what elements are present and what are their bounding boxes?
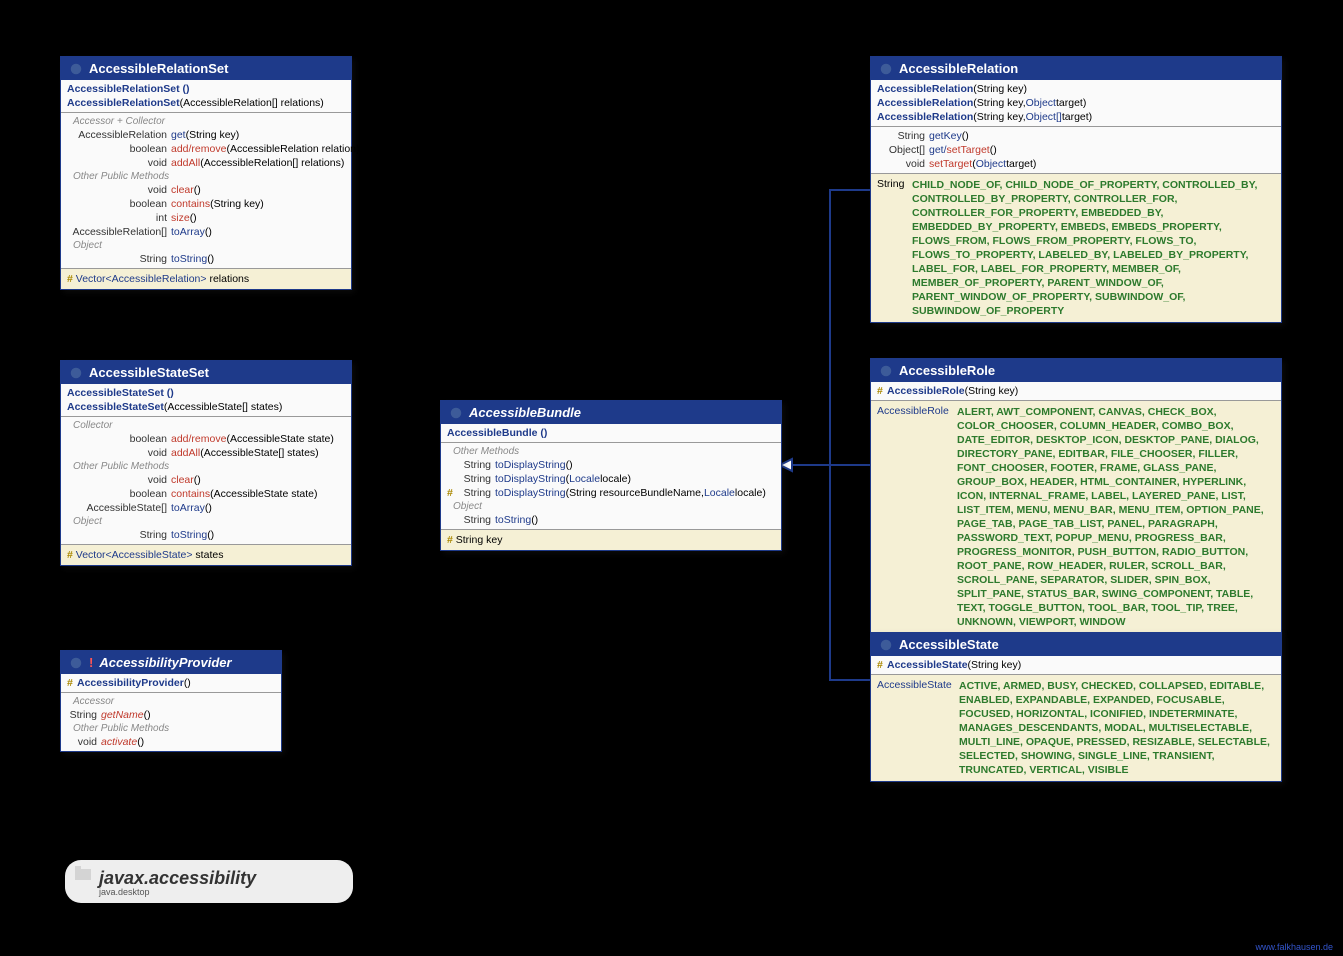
class-accessible-relation-set: AccessibleRelationSet AccessibleRelation… [60, 56, 352, 290]
class-accessible-role: AccessibleRole #AccessibleRole (String k… [870, 358, 1282, 634]
class-accessibility-provider: ! AccessibilityProvider #AccessibilityPr… [60, 650, 282, 752]
abstract-marker: ! [89, 655, 93, 670]
class-title: AccessibleRelationSet [89, 61, 228, 76]
class-footer: # Vector<AccessibleRelation> relations [61, 268, 351, 289]
class-header: AccessibleBundle [441, 401, 781, 424]
class-footer: String CHILD_NODE_OF, CHILD_NODE_OF_PROP… [871, 173, 1281, 322]
class-icon [69, 656, 83, 670]
class-header: AccessibleRelation [871, 57, 1281, 80]
package-name: javax.accessibility [99, 868, 339, 889]
class-icon [69, 62, 83, 76]
class-header: AccessibleState [871, 633, 1281, 656]
class-header: AccessibleRole [871, 359, 1281, 382]
class-accessible-bundle: AccessibleBundle AccessibleBundle () Oth… [440, 400, 782, 551]
watermark: www.falkhausen.de [1255, 942, 1333, 952]
class-header: ! AccessibilityProvider [61, 651, 281, 674]
class-accessible-relation: AccessibleRelation AccessibleRelation (S… [870, 56, 1282, 323]
class-header: AccessibleRelationSet [61, 57, 351, 80]
class-title: AccessibilityProvider [99, 655, 231, 670]
class-icon [449, 406, 463, 420]
class-footer: AccessibleState ACTIVE, ARMED, BUSY, CHE… [871, 674, 1281, 781]
class-icon [69, 366, 83, 380]
class-title: AccessibleRelation [899, 61, 1018, 76]
class-icon [879, 364, 893, 378]
class-icon [879, 62, 893, 76]
class-footer: # Vector<AccessibleState> states [61, 544, 351, 565]
class-accessible-state: AccessibleState #AccessibleState (String… [870, 632, 1282, 782]
class-title: AccessibleBundle [469, 405, 581, 420]
class-icon [879, 638, 893, 652]
package-label: javax.accessibility java.desktop [65, 860, 353, 903]
class-title: AccessibleRole [899, 363, 995, 378]
class-footer: AccessibleRole ALERT, AWT_COMPONENT, CAN… [871, 400, 1281, 633]
class-header: AccessibleStateSet [61, 361, 351, 384]
class-title: AccessibleState [899, 637, 999, 652]
class-footer: # String key [441, 529, 781, 550]
class-title: AccessibleStateSet [89, 365, 209, 380]
package-icon [75, 866, 91, 880]
class-accessible-state-set: AccessibleStateSet AccessibleStateSet ()… [60, 360, 352, 566]
